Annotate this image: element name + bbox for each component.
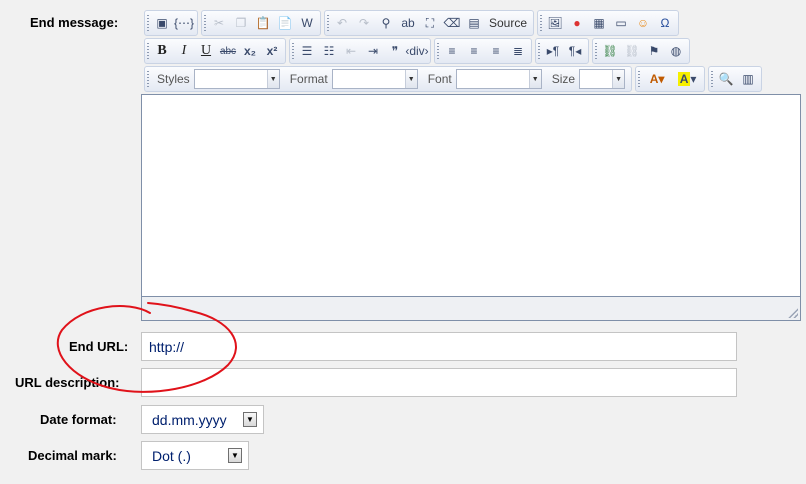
editor-content-area[interactable] <box>141 94 801 297</box>
date-format-select[interactable]: dd.mm.yyyy ▼ <box>141 405 264 434</box>
rich-text-editor: ▣ {⋯} ✂ ❐ 📋 📄 W ↶ ↷ ⚲ ab ⛶ ⌫ ▤ Source 🖼 … <box>141 9 801 321</box>
toolbar-group-styles: Styles ▼ Format ▼ Font ▼ Size ▼ <box>144 66 633 92</box>
highlight-icon: A <box>677 72 691 86</box>
globe-icon[interactable]: ◍ <box>665 41 687 61</box>
toolbar-group-links: ⛓ ⛓ ⚑ ◍ <box>592 38 690 64</box>
bold-button[interactable]: B <box>151 41 173 61</box>
special-char-icon[interactable]: Ω <box>654 13 676 33</box>
preview-icon[interactable]: 🔍 <box>715 69 737 89</box>
toolbar-group-bidi: ▸¶ ¶◂ <box>535 38 589 64</box>
toolbar-group-colors: A▾ A ▾ <box>635 66 706 92</box>
show-blocks-icon[interactable]: ▥ <box>737 69 759 89</box>
format-label: Format <box>289 72 328 86</box>
align-justify-icon[interactable]: ≣ <box>507 41 529 61</box>
bg-color-button[interactable]: A ▾ <box>672 69 702 89</box>
toolbar-group-clipboard: ✂ ❐ 📋 📄 W <box>201 10 321 36</box>
end-url-input[interactable] <box>141 332 737 361</box>
table-icon[interactable]: ▦ <box>588 13 610 33</box>
link-icon[interactable]: ⛓ <box>599 41 621 61</box>
rtl-icon[interactable]: ¶◂ <box>564 41 586 61</box>
chevron-down-icon: ▼ <box>612 70 625 88</box>
end-message-label: End message: <box>30 15 119 30</box>
maximize-icon[interactable]: ⛶ <box>419 13 441 33</box>
outdent-icon[interactable]: ⇤ <box>340 41 362 61</box>
underline-button[interactable]: U <box>195 41 217 61</box>
align-center-icon[interactable]: ≡ <box>463 41 485 61</box>
source-icon[interactable]: ▤ <box>463 13 485 33</box>
size-label: Size <box>551 72 576 86</box>
blockquote-icon[interactable]: ❞ <box>384 41 406 61</box>
toolbar-group-doc: ▣ {⋯} <box>144 10 198 36</box>
bulleted-list-icon[interactable]: ☷ <box>318 41 340 61</box>
toolbar-group-insert: 🖼 ● ▦ ▭ ☺ Ω <box>537 10 680 36</box>
chevron-down-icon: ▼ <box>528 70 541 88</box>
toolbar-group-tools: 🔍 ▥ <box>708 66 763 92</box>
templates-icon[interactable]: {⋯} <box>173 13 195 33</box>
italic-glyph: I <box>181 43 187 58</box>
chevron-down-icon: ▼ <box>404 70 417 88</box>
toolbar-group-align: ≡ ≡ ≡ ≣ <box>434 38 532 64</box>
superscript-button[interactable]: x² <box>261 41 283 61</box>
toolbar-group-edit: ↶ ↷ ⚲ ab ⛶ ⌫ ▤ Source <box>324 10 535 36</box>
font-combo[interactable]: ▼ <box>455 69 542 89</box>
toolbar-row-2: B I U abc x₂ x² ☰ ☷ ⇤ ⇥ ❞ ‹div› ≡ ≡ ≡ ≣ … <box>144 38 693 64</box>
font-label: Font <box>427 72 452 86</box>
paste-text-icon[interactable]: 📄 <box>274 13 296 33</box>
flash-icon[interactable]: ● <box>566 13 588 33</box>
indent-icon[interactable]: ⇥ <box>362 41 384 61</box>
undo-icon[interactable]: ↶ <box>331 13 353 33</box>
styles-label: Styles <box>157 72 190 86</box>
toolbar-row-1: ▣ {⋯} ✂ ❐ 📋 📄 W ↶ ↷ ⚲ ab ⛶ ⌫ ▤ Source 🖼 … <box>144 10 682 36</box>
find-icon[interactable]: ⚲ <box>375 13 397 33</box>
align-right-icon[interactable]: ≡ <box>485 41 507 61</box>
text-color-button[interactable]: A▾ <box>642 69 672 89</box>
chevron-down-icon: ▼ <box>228 448 242 463</box>
url-description-input[interactable] <box>141 368 737 397</box>
align-left-icon[interactable]: ≡ <box>441 41 463 61</box>
date-format-label: Date format: <box>40 412 117 427</box>
ltr-icon[interactable]: ▸¶ <box>542 41 564 61</box>
chevron-down-icon: ▼ <box>266 70 279 88</box>
paste-word-icon[interactable]: W <box>296 13 318 33</box>
decimal-mark-value: Dot (.) <box>152 447 191 464</box>
date-format-value: dd.mm.yyyy <box>152 411 227 428</box>
format-combo[interactable]: ▼ <box>331 69 418 89</box>
select-all-icon[interactable]: ▣ <box>151 13 173 33</box>
image-icon[interactable]: 🖼 <box>544 13 566 33</box>
toolbar-row-3: Styles ▼ Format ▼ Font ▼ Size ▼ A▾ A ▾ 🔍 … <box>144 66 765 92</box>
create-div-icon[interactable]: ‹div› <box>405 41 428 61</box>
url-description-label: URL description: <box>15 375 120 390</box>
anchor-icon[interactable]: ⚑ <box>643 41 665 61</box>
bold-glyph: B <box>157 43 167 58</box>
styles-combo[interactable]: ▼ <box>193 69 280 89</box>
strike-button[interactable]: abc <box>217 41 239 61</box>
remove-format-icon[interactable]: ⌫ <box>441 13 463 33</box>
copy-icon[interactable]: ❐ <box>230 13 252 33</box>
end-url-label: End URL: <box>69 339 129 354</box>
paste-icon[interactable]: 📋 <box>252 13 274 33</box>
horizontal-rule-icon[interactable]: ▭ <box>610 13 632 33</box>
chevron-down-icon: ▼ <box>243 412 257 427</box>
italic-button[interactable]: I <box>173 41 195 61</box>
smiley-icon[interactable]: ☺ <box>632 13 654 33</box>
source-button[interactable]: Source <box>485 13 531 33</box>
decimal-mark-select[interactable]: Dot (.) ▼ <box>141 441 249 470</box>
size-combo[interactable]: ▼ <box>579 69 626 89</box>
cut-icon[interactable]: ✂ <box>208 13 230 33</box>
resize-handle[interactable] <box>788 308 798 318</box>
editor-footer <box>141 297 801 321</box>
replace-icon[interactable]: ab <box>397 13 419 33</box>
toolbar-group-paragraph: ☰ ☷ ⇤ ⇥ ❞ ‹div› <box>289 38 431 64</box>
unlink-icon[interactable]: ⛓ <box>621 41 643 61</box>
numbered-list-icon[interactable]: ☰ <box>296 41 318 61</box>
subscript-button[interactable]: x₂ <box>239 41 261 61</box>
toolbar-group-basic: B I U abc x₂ x² <box>144 38 286 64</box>
underline-glyph: U <box>200 43 212 58</box>
redo-icon[interactable]: ↷ <box>353 13 375 33</box>
decimal-mark-label: Decimal mark: <box>28 448 117 463</box>
